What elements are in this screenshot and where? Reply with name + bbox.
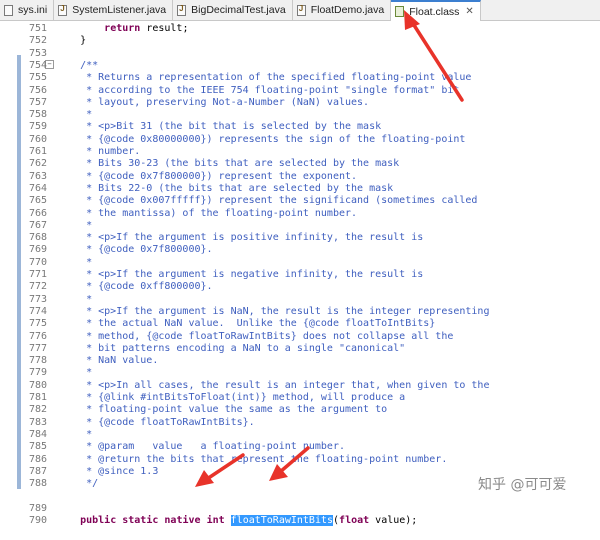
method-declaration[interactable]: public static native int floatToRawIntBi…	[56, 514, 418, 527]
arrow-to-float-class-tab	[404, 10, 464, 102]
selected-method-name[interactable]: floatToRawIntBits	[230, 514, 334, 526]
keyword-float: float	[339, 514, 370, 526]
param-rest: value);	[369, 514, 418, 526]
keyword-int: int	[206, 514, 225, 526]
keyword-public: public	[80, 514, 117, 526]
annotation-arrows	[195, 10, 464, 487]
arrow-to-native-keyword	[195, 453, 245, 487]
keyword-native: native	[164, 514, 201, 526]
keyword-static: static	[122, 514, 159, 526]
line-number: 790	[28, 514, 47, 526]
arrow-to-method-name	[269, 446, 310, 481]
